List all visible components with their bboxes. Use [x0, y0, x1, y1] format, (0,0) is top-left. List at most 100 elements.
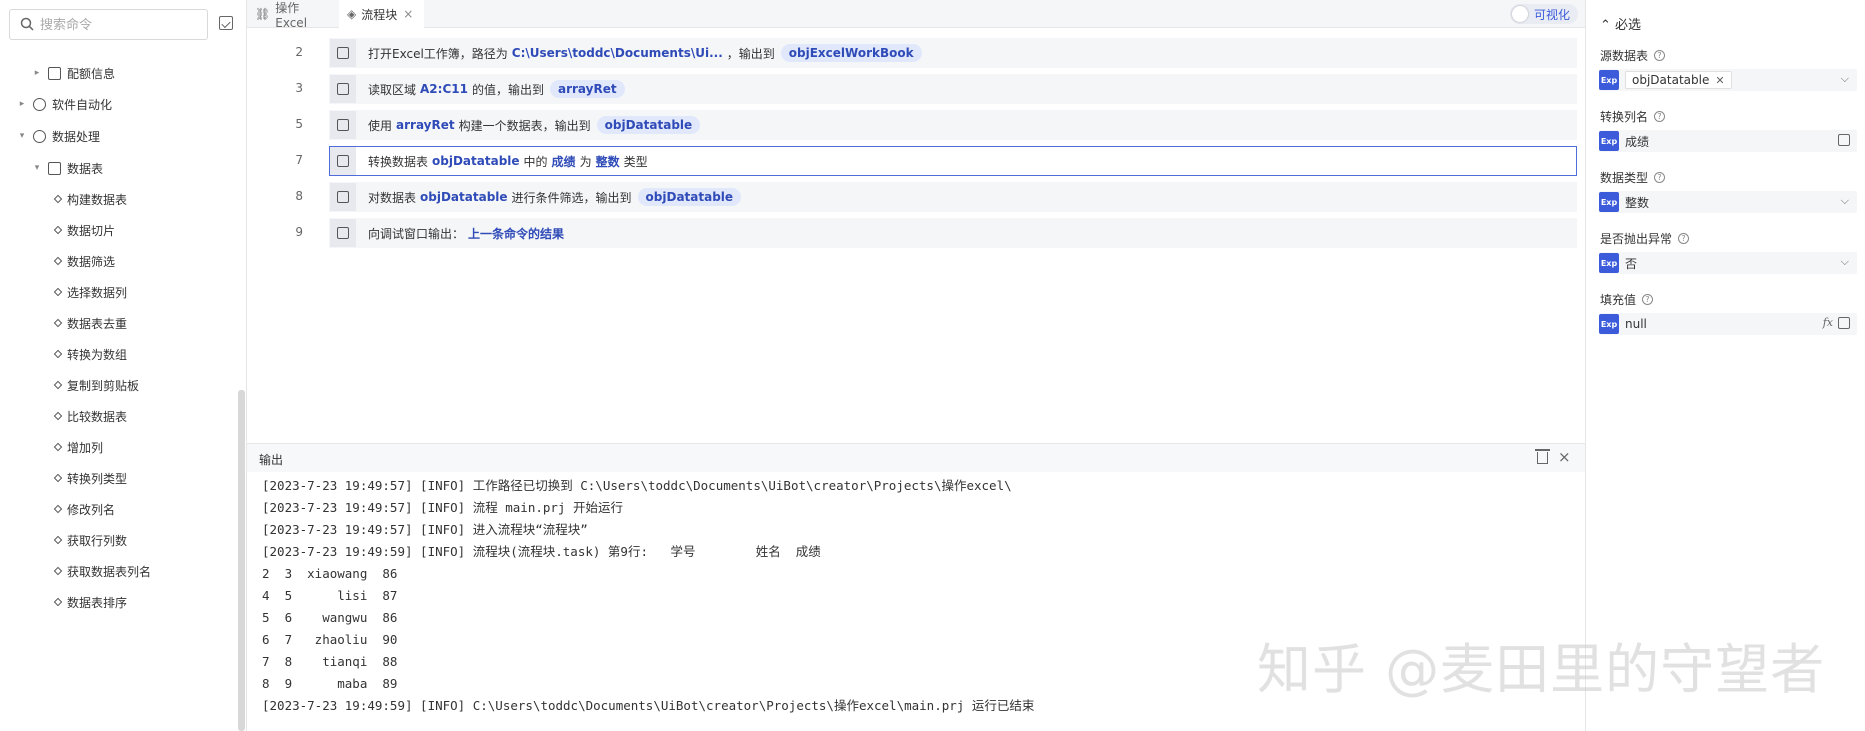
output-variable-pill[interactable]: arrayRet [549, 80, 625, 98]
command-add-column[interactable]: 增加列 [53, 436, 103, 458]
sidebar-scrollbar[interactable] [238, 390, 245, 731]
tab-excel-operations[interactable]: ⛓ 操作Excel [247, 0, 339, 30]
pie-chart-icon [33, 129, 46, 143]
exp-badge[interactable]: Exp [1599, 192, 1619, 212]
chevron-down-icon[interactable]: ⌵ [1841, 194, 1849, 208]
tree-item-data-processing[interactable]: ▾ 数据处理 [17, 125, 100, 147]
field-label: 源数据表 [1600, 49, 1649, 63]
tree-item-software-automation[interactable]: ▸ 软件自动化 [17, 93, 112, 115]
step-parameter[interactable]: C:\Users\toddc\Documents\Ui... [512, 46, 723, 60]
flow-step[interactable]: 9 向调试窗口输出： 上一条命令的结果 [247, 218, 1585, 248]
step-parameter[interactable]: objDatatable [432, 154, 520, 168]
command-copy-clipboard[interactable]: 复制到剪贴板 [53, 374, 139, 396]
line-number: 8 [295, 189, 303, 203]
diamond-icon [53, 225, 63, 235]
step-parameter[interactable]: 整数 [596, 153, 620, 170]
command-label: 获取数据表列名 [67, 564, 152, 579]
exp-badge[interactable]: Exp [1599, 70, 1619, 90]
flow-step[interactable]: 7 转换数据表 objDatatable 中的 成绩为整数 类型 [247, 146, 1585, 176]
chevron-down-icon[interactable]: ⌵ [1841, 255, 1849, 269]
column-name-field[interactable]: Exp 成绩 [1599, 130, 1857, 152]
log-line: 2 3 xiaowang 86 [262, 566, 398, 581]
command-build-datatable[interactable]: 构建数据表 [53, 188, 127, 210]
search-input[interactable] [40, 15, 200, 35]
required-section-header[interactable]: ⌃ 必选 [1600, 14, 1641, 33]
data-type-select[interactable]: Exp 整数 ⌵ [1599, 191, 1857, 213]
help-icon[interactable]: ? [1642, 294, 1654, 305]
caret-right-icon[interactable]: ▸ [32, 68, 42, 78]
diamond-icon [53, 566, 63, 576]
command-select-columns[interactable]: 选择数据列 [53, 281, 127, 303]
visualize-toggle[interactable]: 可视化 [1510, 4, 1578, 24]
command-get-column-names[interactable]: 获取数据表列名 [53, 560, 152, 582]
command-icon [330, 39, 356, 67]
output-variable-pill[interactable]: objExcelWorkBook [780, 44, 922, 62]
flow-step[interactable]: 5 使用 arrayRet 构建一个数据表，输出到 objDatatable [247, 110, 1585, 140]
help-icon[interactable]: ? [1654, 111, 1666, 122]
caret-down-icon[interactable]: ▾ [17, 131, 27, 141]
command-row-col-count[interactable]: 获取行列数 [53, 529, 128, 551]
command-sort[interactable]: 数据表排序 [53, 591, 127, 613]
command-rename-column[interactable]: 修改列名 [53, 498, 115, 520]
exp-badge[interactable]: Exp [1599, 314, 1619, 334]
flow-graph-icon: ⛓ [255, 7, 271, 21]
caret-down-icon[interactable]: ▾ [32, 163, 42, 173]
step-parameter[interactable]: 上一条命令的结果 [468, 225, 564, 242]
command-label: 比较数据表 [67, 409, 128, 424]
collapse-all-icon[interactable] [219, 16, 233, 30]
output-variable-pill[interactable]: objDatatable [637, 188, 742, 206]
trash-icon[interactable] [1535, 449, 1550, 464]
step-card[interactable]: 打开Excel工作簿，路径为 C:\Users\toddc\Documents\U… [329, 38, 1577, 68]
step-text: 使用 arrayRet 构建一个数据表，输出到 objDatatable [368, 116, 701, 134]
flow-step[interactable]: 8 对数据表 objDatatable 进行条件筛选，输出到 objDatatable [247, 182, 1585, 212]
command-convert-column-type[interactable]: 转换列类型 [53, 467, 127, 489]
exp-badge[interactable]: Exp [1599, 253, 1619, 273]
step-card[interactable]: 对数据表 objDatatable 进行条件筛选，输出到 objDatatable [329, 182, 1577, 212]
help-icon[interactable]: ? [1654, 172, 1666, 183]
close-tab-icon[interactable]: × [403, 7, 413, 21]
step-parameter[interactable]: arrayRet [396, 118, 455, 132]
command-dedupe[interactable]: 数据表去重 [53, 312, 127, 334]
source-table-select[interactable]: Exp objDatatable ✕ ⌵ [1599, 69, 1857, 91]
edit-icon[interactable] [1838, 317, 1850, 329]
step-text-segment: 打开Excel工作簿，路径为 [368, 46, 508, 61]
exp-badge[interactable]: Exp [1599, 131, 1619, 151]
fill-value-field[interactable]: Exp null fx [1599, 313, 1857, 335]
command-label: 获取行列数 [67, 533, 128, 548]
step-parameter[interactable]: A2:C11 [420, 82, 468, 96]
output-variable-pill[interactable]: objDatatable [596, 116, 701, 134]
function-icon[interactable]: fx [1823, 316, 1833, 329]
step-parameter[interactable]: objDatatable [420, 190, 508, 204]
help-icon[interactable]: ? [1654, 50, 1666, 61]
step-card[interactable]: 转换数据表 objDatatable 中的 成绩为整数 类型 [329, 146, 1577, 176]
diamond-icon [53, 504, 63, 514]
step-card[interactable]: 使用 arrayRet 构建一个数据表，输出到 objDatatable [329, 110, 1577, 140]
command-to-array[interactable]: 转换为数组 [53, 343, 127, 365]
command-glyph [337, 119, 349, 131]
field-label: 填充值 [1600, 293, 1637, 307]
diamond-icon [53, 380, 63, 390]
step-text-segment: 为 [579, 154, 592, 169]
throw-exception-select[interactable]: Exp 否 ⌵ [1599, 252, 1857, 274]
command-compare[interactable]: 比较数据表 [53, 405, 128, 427]
caret-right-icon[interactable]: ▸ [17, 99, 27, 109]
tree-item-datatable[interactable]: ▾ 数据表 [32, 157, 103, 179]
command-glyph [337, 227, 349, 239]
label-source-table: 源数据表? [1600, 47, 1666, 64]
step-card[interactable]: 向调试窗口输出： 上一条命令的结果 [329, 218, 1577, 248]
command-search-box[interactable] [9, 9, 208, 40]
command-data-slice[interactable]: 数据切片 [53, 219, 115, 241]
step-text: 向调试窗口输出： 上一条命令的结果 [368, 225, 568, 242]
command-data-filter[interactable]: 数据筛选 [53, 250, 115, 272]
edit-icon[interactable] [1838, 134, 1850, 146]
chevron-down-icon[interactable]: ⌵ [1841, 72, 1849, 86]
tree-item-quota-info[interactable]: ▸ 配额信息 [32, 62, 115, 84]
flow-step[interactable]: 3 读取区域 A2:C11 的值，输出到 arrayRet [247, 74, 1585, 104]
close-icon[interactable]: × [1558, 448, 1571, 466]
step-card[interactable]: 读取区域 A2:C11 的值，输出到 arrayRet [329, 74, 1577, 104]
help-icon[interactable]: ? [1678, 233, 1690, 244]
step-parameter[interactable]: 成绩 [552, 153, 576, 170]
tab-flow-block[interactable]: ◈ 流程块 × [339, 0, 424, 28]
remove-tag-icon[interactable]: ✕ [1715, 74, 1724, 87]
flow-step[interactable]: 2 打开Excel工作簿，路径为 C:\Users\toddc\Documents\… [247, 38, 1585, 68]
